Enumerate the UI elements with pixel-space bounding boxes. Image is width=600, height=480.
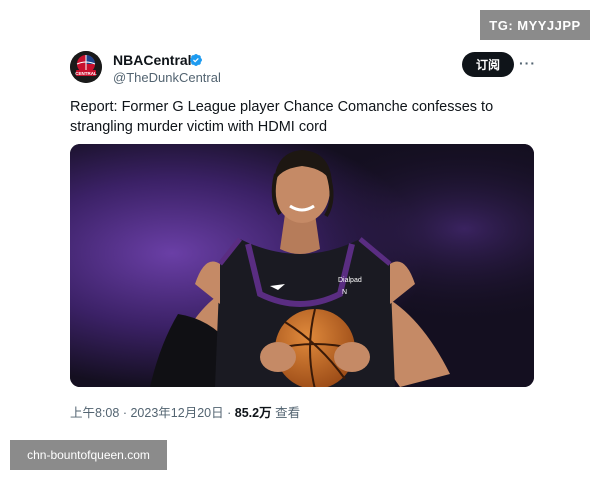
watermark-site: chn-bountofqueen.com: [10, 440, 167, 470]
meta-separator: ·: [227, 406, 232, 420]
jersey-text: Dialpad: [338, 277, 362, 284]
meta-separator: ·: [122, 406, 127, 420]
nbacentral-logo-icon: CENTRAL: [70, 51, 102, 83]
views-label: 查看: [275, 406, 301, 420]
avatar[interactable]: CENTRAL: [70, 51, 102, 83]
tweet-photo[interactable]: Dialpad N: [70, 144, 534, 387]
subscribe-button[interactable]: 订阅: [462, 52, 514, 77]
basketball-player-image: Dialpad N: [70, 144, 534, 387]
tweet-meta: 上午8:08 · 2023年12月20日 · 85.2万 查看: [70, 402, 300, 421]
more-options-icon[interactable]: ···: [519, 55, 536, 71]
tweet-time[interactable]: 上午8:08: [70, 406, 119, 420]
display-name[interactable]: NBACentral: [113, 52, 192, 68]
tweet-date[interactable]: 2023年12月20日: [130, 406, 223, 420]
verified-badge-icon: [190, 54, 202, 66]
tweet-text: Report: Former G League player Chance Co…: [70, 99, 494, 135]
view-count: 85.2万: [234, 406, 272, 420]
jersey-number: N: [342, 289, 347, 296]
user-handle[interactable]: @TheDunkCentral: [113, 70, 221, 85]
watermark-tg: TG: MYYJJPP: [480, 10, 590, 40]
avatar-logo-text: CENTRAL: [75, 71, 97, 76]
